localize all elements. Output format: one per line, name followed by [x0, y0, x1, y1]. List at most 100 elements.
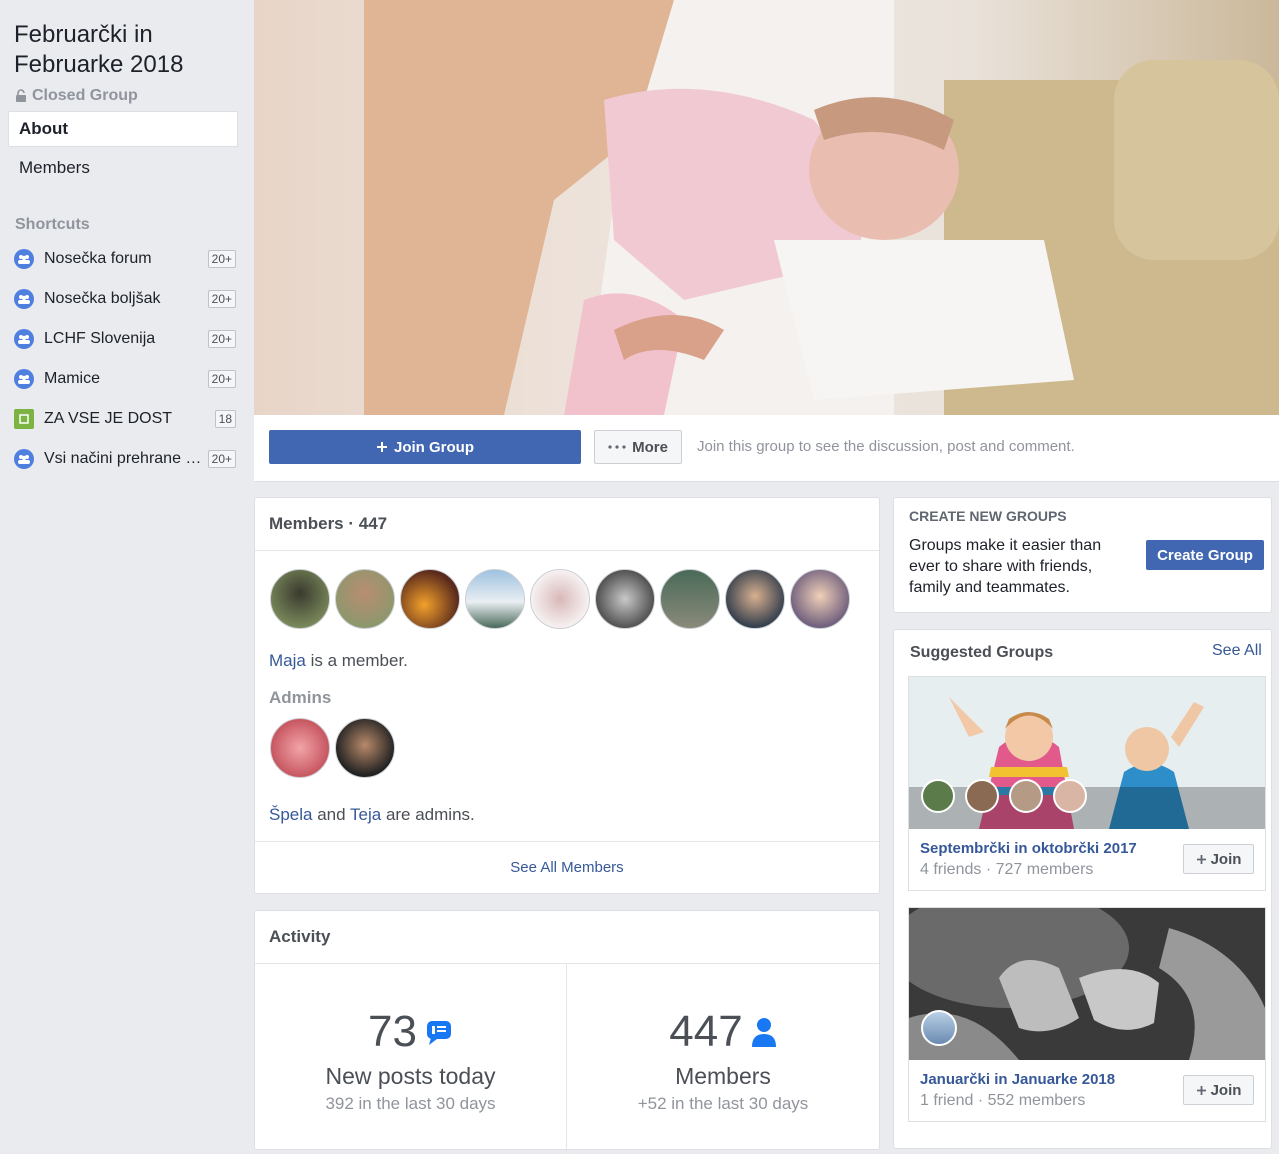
suggested-heading: Suggested Groups [910, 644, 1054, 661]
group-title[interactable]: Februarčki in Februarke 2018 [14, 20, 244, 80]
suggested-group-meta: 4 friends · 727 members [920, 861, 1094, 878]
admin-avatar[interactable] [335, 718, 395, 778]
admins-suffix: are admins. [385, 805, 475, 824]
shortcut-label: Mamice [44, 370, 101, 387]
cover-image [364, 0, 1279, 415]
shortcut-item[interactable]: Mamice 20+ [14, 366, 236, 392]
nav-members[interactable]: Members [19, 158, 90, 178]
more-button[interactable]: More [594, 430, 682, 464]
members-card-title[interactable]: Members · 447 [269, 514, 387, 534]
person-icon [751, 1018, 776, 1047]
join-label: Join [1210, 1081, 1242, 1099]
suggested-group-name[interactable]: Septembrčki in oktobrčki 2017 [920, 840, 1137, 857]
privacy-label: Closed Group [14, 87, 138, 105]
posts-label: New posts today [325, 1063, 496, 1089]
members-count: 447 [669, 1007, 743, 1056]
member-sentence: Maja is a member. [269, 651, 408, 671]
create-heading: CREATE NEW GROUPS [909, 508, 1067, 524]
activity-card: Activity 73 New posts today 392 in the l… [254, 910, 880, 1154]
shortcut-badge: 20+ [207, 450, 236, 468]
see-all-members-link[interactable]: See All Members [255, 859, 879, 876]
shortcut-badge: 20+ [207, 370, 236, 388]
page-thumbnail-icon [14, 409, 34, 429]
shortcut-label: LCHF Slovenija [44, 330, 156, 347]
plus-icon [1196, 1085, 1206, 1095]
shortcut-badge: 20+ [207, 290, 236, 308]
avatar[interactable] [530, 569, 590, 629]
avatar[interactable] [335, 569, 395, 629]
members-label: Members [675, 1063, 771, 1089]
suggested-group-meta: 1 friend · 552 members [920, 1092, 1086, 1109]
activity-title: Activity [269, 927, 331, 946]
shortcut-item[interactable]: Vsi načini prehrane dojenčka 20+ [14, 446, 236, 472]
ellipsis-icon [608, 445, 626, 449]
avatar[interactable] [725, 569, 785, 629]
admin-link[interactable]: Špela [269, 805, 312, 824]
suggested-group-name[interactable]: Januarčki in Januarke 2018 [920, 1071, 1115, 1088]
avatar[interactable] [660, 569, 720, 629]
posts-sub: 392 in the last 30 days [325, 1094, 496, 1113]
join-label: Join [1210, 850, 1242, 868]
shortcuts-heading: Shortcuts [15, 216, 90, 233]
admins-heading: Admins [269, 688, 332, 707]
more-label: More [632, 438, 668, 456]
divider [255, 841, 879, 842]
member-link[interactable]: Maja [269, 651, 306, 670]
lock-icon [16, 89, 26, 102]
group-cover[interactable] [909, 908, 1265, 1060]
nav-about[interactable]: About [8, 111, 238, 147]
cover-photo[interactable] [254, 0, 1279, 415]
suggested-group: Januarčki in Januarke 2018 1 friend · 55… [908, 907, 1266, 1122]
shortcut-badge: 20+ [207, 330, 236, 348]
shortcut-badge: 20+ [207, 250, 236, 268]
avatar[interactable] [790, 569, 850, 629]
shortcut-item[interactable]: LCHF Slovenija 20+ [14, 326, 236, 352]
group-cover[interactable] [909, 677, 1265, 829]
join-button[interactable]: Join [1183, 844, 1254, 874]
shortcut-item[interactable]: Nosečka forum 20+ [14, 246, 236, 272]
avatar[interactable] [921, 1010, 957, 1046]
members-card: Members · 447 Maja is a member. Admins Š… [254, 497, 880, 894]
group-icon [14, 329, 34, 349]
plus-icon [377, 442, 387, 452]
join-group-label: Join Group [394, 438, 474, 456]
shortcut-label: Vsi načini prehrane dojenčka [44, 450, 202, 467]
avatar[interactable] [1009, 779, 1043, 813]
avatar[interactable] [595, 569, 655, 629]
members-sub: +52 in the last 30 days [637, 1094, 809, 1113]
admins-sentence: Špela and Teja are admins. [269, 805, 475, 825]
join-hint: Join this group to see the discussion, p… [697, 438, 1075, 455]
comment-icon [426, 1021, 451, 1045]
avatar[interactable] [921, 779, 955, 813]
avatar[interactable] [1053, 779, 1087, 813]
shortcut-item[interactable]: Nosečka boljšak 20+ [14, 286, 236, 312]
admin-avatar[interactable] [270, 718, 330, 778]
join-group-button[interactable]: Join Group [269, 430, 581, 464]
avatar[interactable] [965, 779, 999, 813]
plus-icon [1196, 854, 1206, 864]
members-stat: 447 Members +52 in the last 30 days [567, 1007, 879, 1114]
create-group-button[interactable]: Create Group [1146, 540, 1264, 570]
group-icon [14, 249, 34, 269]
group-icon [14, 369, 34, 389]
admin-link[interactable]: Teja [350, 805, 381, 824]
create-groups-card: CREATE NEW GROUPS Groups make it easier … [893, 497, 1272, 613]
suggested-groups-card: Suggested Groups See All Septembrčki in … [893, 629, 1272, 1149]
suggested-group: Septembrčki in oktobrčki 2017 4 friends … [908, 676, 1266, 891]
shortcut-item[interactable]: ZA VSE JE DOST 18 [14, 406, 236, 432]
create-text: Groups make it easier than ever to share… [909, 537, 1102, 596]
avatar[interactable] [465, 569, 525, 629]
avatar[interactable] [270, 569, 330, 629]
see-all-link[interactable]: See All [1212, 642, 1262, 660]
group-icon [14, 289, 34, 309]
posts-stat: 73 New posts today 392 in the last 30 da… [255, 1007, 566, 1114]
avatar[interactable] [400, 569, 460, 629]
posts-count: 73 [368, 1007, 417, 1056]
join-button[interactable]: Join [1183, 1075, 1254, 1105]
shortcut-label: ZA VSE JE DOST [44, 410, 173, 427]
group-cover-image [909, 908, 1265, 1060]
group-icon [14, 449, 34, 469]
admin-avatars [270, 718, 395, 778]
privacy-text: Closed Group [32, 87, 138, 104]
member-suffix: is a member. [310, 651, 408, 670]
